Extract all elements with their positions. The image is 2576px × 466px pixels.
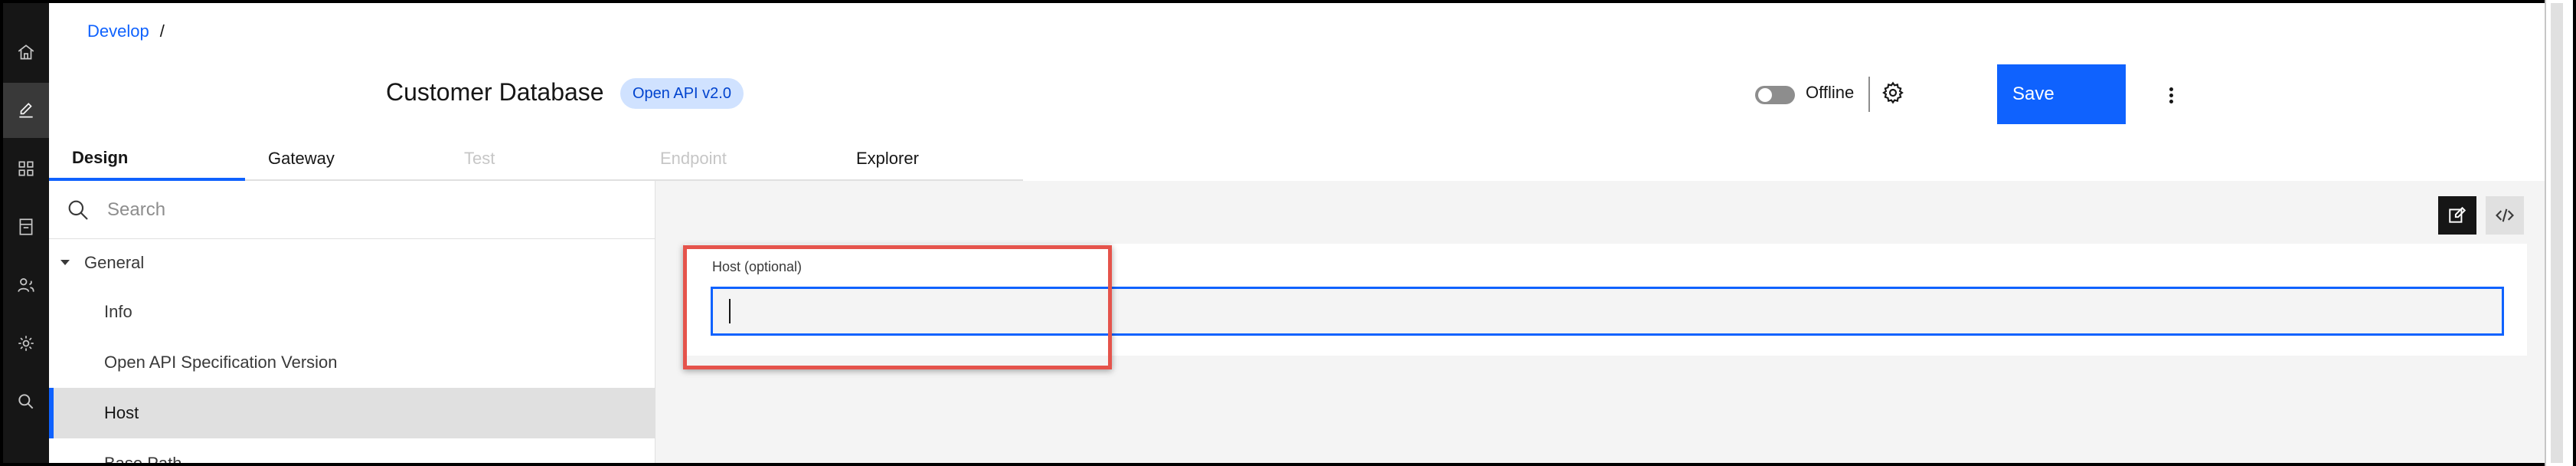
form-view-button[interactable] <box>2438 196 2476 235</box>
edit-icon <box>19 103 33 118</box>
search-icon <box>68 200 88 220</box>
sidebar-item-host[interactable]: Host <box>49 388 655 438</box>
sidebar-search <box>49 181 655 239</box>
breadcrumb-develop-link[interactable]: Develop <box>87 21 149 41</box>
tab-explorer[interactable]: Explorer <box>833 138 1023 181</box>
code-icon <box>2496 208 2514 222</box>
offline-toggle[interactable] <box>1755 86 1795 104</box>
save-button[interactable]: Save <box>1997 64 2126 124</box>
rail-users[interactable] <box>3 258 49 313</box>
api-version-tag: Open API v2.0 <box>620 78 744 109</box>
sidebar-item-label: Info <box>104 302 132 321</box>
editor-main: Host (optional) <box>655 181 2545 463</box>
breadcrumb-separator: / <box>159 21 165 41</box>
home-icon <box>18 44 34 60</box>
sidebar-item-info[interactable]: Info <box>49 287 655 337</box>
tab-endpoint: Endpoint <box>637 138 833 181</box>
tab-list: Design Gateway Test Endpoint Explorer <box>49 138 1023 181</box>
sidebar-item-label: Open API Specification Version <box>104 353 338 372</box>
toggle-knob <box>1758 88 1772 102</box>
tab-label: Explorer <box>856 149 919 168</box>
window-edge <box>2573 0 2576 466</box>
edit-icon <box>2449 206 2466 223</box>
overflow-dot <box>2169 93 2173 97</box>
nav-group-label: General <box>84 253 145 272</box>
nav-group-general[interactable]: General <box>49 239 655 287</box>
rail-develop[interactable] <box>3 83 49 138</box>
text-caret <box>729 299 731 323</box>
search-icon <box>18 394 34 409</box>
tab-label: Design <box>72 148 129 167</box>
scrollbar-thumb[interactable] <box>2551 3 2563 463</box>
chevron-down-icon <box>60 260 70 265</box>
search-input[interactable] <box>107 193 636 227</box>
apps-icon <box>18 161 34 176</box>
rail-catalog[interactable] <box>3 199 49 254</box>
tab-test: Test <box>441 138 637 181</box>
overflow-dot <box>2169 87 2173 91</box>
tab-label: Endpoint <box>660 149 727 168</box>
host-card: Host (optional) <box>685 244 2527 356</box>
window-scrollbar[interactable] <box>2545 0 2576 466</box>
source-view-button[interactable] <box>2486 196 2524 235</box>
side-rail <box>3 3 49 463</box>
settings-icon <box>18 336 34 351</box>
overflow-dot <box>2169 99 2173 103</box>
rail-apps[interactable] <box>3 141 49 196</box>
sidebar-item-label: Base Path <box>104 454 182 463</box>
host-input[interactable] <box>711 287 2504 336</box>
app-window: Develop / Customer Database Open API v2.… <box>3 3 2545 463</box>
sidebar-item-base-path[interactable]: Base Path <box>49 438 655 463</box>
settings-button[interactable] <box>1879 79 1907 107</box>
tab-design[interactable]: Design <box>49 138 245 181</box>
design-sidebar: General Info Open API Specification Vers… <box>49 181 655 463</box>
rail-home[interactable] <box>3 25 49 80</box>
breadcrumb: Develop / <box>87 21 165 41</box>
rail-settings[interactable] <box>3 316 49 371</box>
sidebar-item-label: Host <box>104 403 139 422</box>
host-field-label: Host (optional) <box>712 259 803 274</box>
catalog-icon <box>19 218 33 235</box>
sidebar-item-openapi-version[interactable]: Open API Specification Version <box>49 337 655 388</box>
tab-gateway[interactable]: Gateway <box>245 138 441 181</box>
tab-label: Gateway <box>268 149 335 168</box>
tab-label: Test <box>464 149 495 168</box>
overflow-menu-button[interactable] <box>2159 80 2182 110</box>
page-title: Customer Database <box>386 78 604 106</box>
gear-icon <box>1882 81 1904 104</box>
header-divider <box>1868 77 1870 112</box>
offline-toggle-label: Offline <box>1806 83 1855 102</box>
users-icon <box>18 278 34 292</box>
rail-search[interactable] <box>3 374 49 429</box>
